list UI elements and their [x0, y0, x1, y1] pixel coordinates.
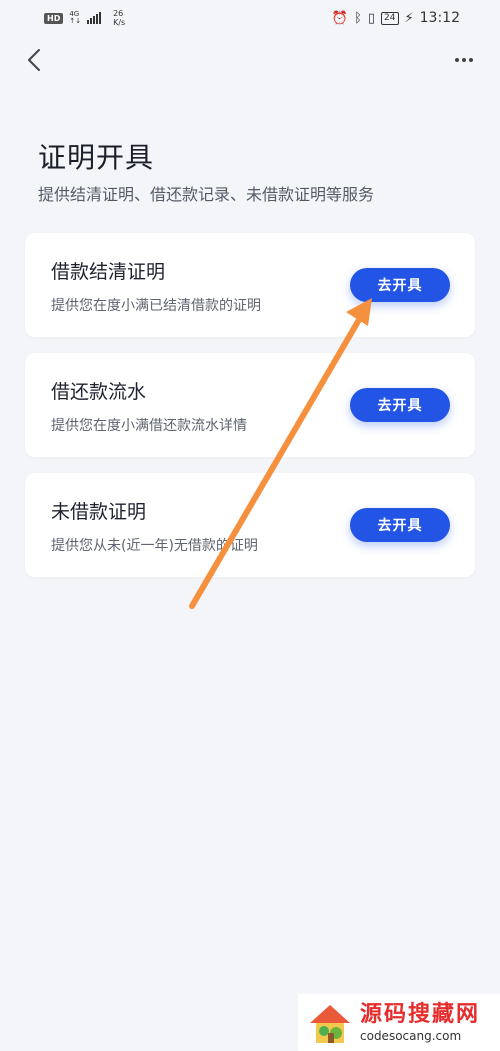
signal-icon — [87, 12, 102, 24]
card-title: 未借款证明 — [51, 501, 147, 523]
battery-level: 24 — [384, 12, 396, 23]
more-button[interactable] — [452, 46, 476, 74]
more-dots-icon — [455, 58, 473, 62]
clock: 13:12 — [419, 10, 460, 26]
watermark-text: 源码搜藏网 codesocang.com — [360, 1002, 480, 1044]
network-activity: ↑↓ — [69, 17, 82, 25]
status-bar-right: ⏰ ᛒ ▯ 24 ⚡ 13:12 — [332, 10, 460, 26]
card-no-loan-certificate: 未借款证明 提供您从未(近一年)无借款的证明 去开具 — [25, 473, 475, 577]
status-bar: HD 4G ↑↓ 26 K/s ⏰ ᛒ ▯ 24 ⚡ 13:12 — [0, 0, 500, 36]
watermark: 源码搜藏网 codesocang.com — [298, 994, 500, 1051]
battery-icon: 24 — [381, 11, 399, 25]
card-loan-repayment-statement: 借还款流水 提供您在度小满借还款流水详情 去开具 — [25, 353, 475, 457]
card-title: 借款结清证明 — [51, 261, 166, 283]
issue-button[interactable]: 去开具 — [350, 508, 450, 542]
status-bar-left: HD 4G ↑↓ 26 K/s — [44, 9, 125, 27]
network-speed-value: 26 — [113, 9, 124, 18]
card-description: 提供您从未(近一年)无借款的证明 — [51, 538, 258, 554]
card-description: 提供您在度小满已结清借款的证明 — [51, 298, 261, 314]
watermark-url: codesocang.com — [360, 1028, 462, 1043]
issue-button[interactable]: 去开具 — [350, 268, 450, 302]
chevron-left-icon — [28, 49, 40, 71]
network-speed-unit: K/s — [113, 18, 126, 27]
page-subtitle: 提供结清证明、借还款记录、未借款证明等服务 — [38, 185, 375, 204]
card-title: 借还款流水 — [51, 381, 147, 403]
network-speed: 26 K/s — [113, 9, 125, 27]
issue-button[interactable]: 去开具 — [350, 388, 450, 422]
alarm-icon: ⏰ — [331, 10, 349, 26]
card-description: 提供您在度小满借还款流水详情 — [51, 418, 247, 434]
back-button[interactable] — [22, 46, 46, 74]
hd-badge: HD — [44, 12, 64, 24]
charging-icon: ⚡ — [404, 10, 414, 26]
bluetooth-icon: ᛒ — [354, 10, 362, 26]
watermark-title: 源码搜藏网 — [360, 1001, 481, 1027]
watermark-logo-icon — [310, 1004, 350, 1043]
network-type: 4G ↑↓ — [69, 11, 81, 25]
nav-bar — [0, 40, 500, 80]
card-settlement-certificate: 借款结清证明 提供您在度小满已结清借款的证明 去开具 — [25, 233, 475, 337]
vibrate-icon: ▯ — [367, 10, 376, 26]
page-title: 证明开具 — [38, 141, 155, 174]
